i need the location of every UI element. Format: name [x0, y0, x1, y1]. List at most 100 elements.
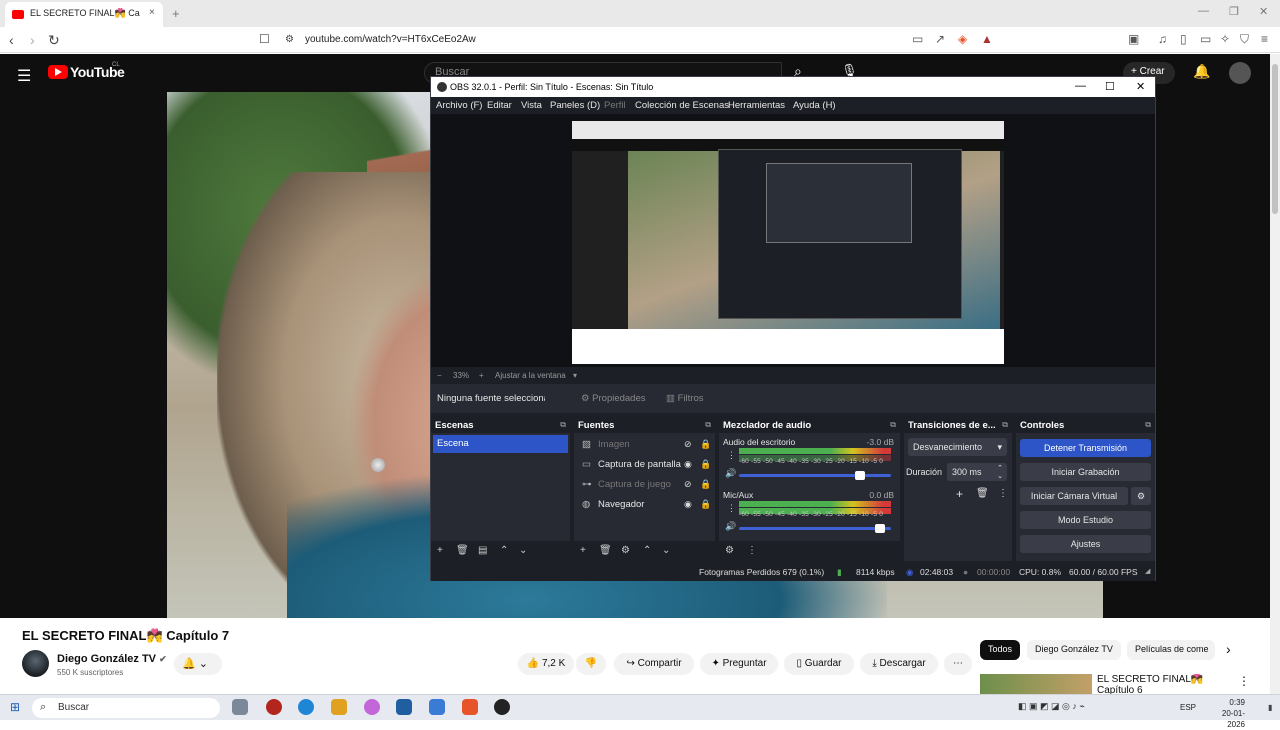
stop-stream-button[interactable]: Detener Transmisión: [1020, 439, 1151, 457]
reload-icon[interactable]: ↻: [48, 32, 60, 49]
volume-slider[interactable]: [739, 524, 891, 533]
forward-icon[interactable]: ›: [30, 32, 35, 48]
music-icon[interactable]: ♫: [1158, 32, 1167, 46]
transition-menu-icon[interactable]: ⋮: [998, 488, 1008, 499]
site-info-icon[interactable]: ⚙: [285, 34, 294, 45]
add-transition-icon[interactable]: +: [956, 487, 963, 501]
download-button[interactable]: ⤓ Descargar: [860, 653, 938, 675]
page-scrollbar[interactable]: [1270, 54, 1280, 694]
hidden-eye-icon[interactable]: ⊘: [684, 439, 692, 450]
dislike-button[interactable]: 👎: [576, 653, 606, 675]
settings-button[interactable]: Ajustes: [1020, 535, 1151, 553]
tray-icons[interactable]: ◧ ▣ ◩ ◪ ◎ ♪ ⌁: [1018, 701, 1085, 712]
app-icon[interactable]: [266, 699, 282, 715]
source-item[interactable]: ▭ Captura de pantalla ◉ 🔒: [582, 459, 711, 470]
menu-paneles[interactable]: Paneles (D): [550, 100, 600, 111]
subscription-bell-button[interactable]: 🔔 ⌄: [174, 653, 222, 675]
source-settings-icon[interactable]: ⚙: [621, 545, 630, 556]
recommended-thumbnail[interactable]: [980, 674, 1092, 694]
lock-icon[interactable]: 🔒: [700, 479, 711, 490]
youtube-logo-icon[interactable]: [48, 65, 68, 79]
store-icon[interactable]: [396, 699, 412, 715]
task-view-icon[interactable]: [232, 699, 248, 715]
brave-icon[interactable]: [462, 699, 478, 715]
channel-menu-icon[interactable]: ⋮: [727, 503, 736, 514]
lock-icon[interactable]: 🔒: [700, 499, 711, 510]
chip-movies[interactable]: Películas de come: [1127, 640, 1215, 660]
brave-shield-icon[interactable]: ◈: [958, 32, 967, 46]
remove-scene-icon[interactable]: 🗑: [456, 545, 469, 556]
taskbar-search[interactable]: Buscar: [32, 698, 220, 718]
properties-button[interactable]: ⚙ Propiedades: [581, 393, 646, 404]
menu-herramientas[interactable]: Herramientas: [728, 100, 785, 111]
remove-source-icon[interactable]: 🗑: [599, 545, 612, 556]
wallet-icon[interactable]: ▭: [1200, 32, 1211, 46]
remove-transition-icon[interactable]: 🗑: [976, 488, 989, 499]
ask-button[interactable]: ✦ Preguntar: [700, 653, 778, 675]
add-source-icon[interactable]: +: [580, 545, 586, 556]
taskbar-clock[interactable]: 0:39 20-01-2026: [1205, 697, 1245, 730]
hidden-eye-icon[interactable]: ⊘: [684, 479, 692, 490]
undock-icon[interactable]: ⧉: [1145, 420, 1151, 430]
scene-item[interactable]: Escena: [433, 435, 568, 453]
resize-grip-icon[interactable]: ◢: [1145, 567, 1150, 575]
mixer-menu-icon[interactable]: ⋮: [747, 545, 757, 556]
source-item[interactable]: ⊶ Captura de juego ⊘ 🔒: [582, 479, 711, 490]
vpn-icon[interactable]: ⛉: [1240, 32, 1249, 47]
hamburger-menu-icon[interactable]: ☰: [17, 66, 31, 86]
studio-mode-button[interactable]: Modo Estudio: [1020, 511, 1151, 529]
sidebar-icon[interactable]: ▣: [1128, 32, 1139, 46]
reader-icon[interactable]: ▯: [1180, 32, 1187, 46]
virtual-camera-settings-icon[interactable]: ⚙: [1131, 487, 1151, 505]
stepper-arrows-icon[interactable]: ⌃ ⌄: [997, 464, 1003, 480]
transition-select[interactable]: Desvanecimiento ▾: [908, 438, 1007, 456]
lock-icon[interactable]: 🔒: [700, 439, 711, 450]
notification-icon[interactable]: ▮: [1268, 703, 1272, 712]
fit-window-button[interactable]: Ajustar a la ventana: [495, 371, 566, 380]
back-icon[interactable]: ‹: [9, 32, 14, 48]
slider-knob[interactable]: [855, 471, 866, 480]
move-up-icon[interactable]: ⌃: [643, 545, 651, 556]
zoom-in-button[interactable]: +: [479, 371, 484, 380]
menu-perfil[interactable]: Perfil: [604, 100, 626, 111]
move-up-icon[interactable]: ⌃: [500, 545, 508, 556]
chip-channel[interactable]: Diego González TV: [1027, 640, 1121, 660]
obs-minimize-button[interactable]: —: [1075, 80, 1086, 92]
lock-icon[interactable]: 🔒: [700, 459, 711, 470]
mail-icon[interactable]: [429, 699, 445, 715]
menu-vista[interactable]: Vista: [521, 100, 542, 111]
copilot-icon[interactable]: [364, 699, 380, 715]
slider-knob[interactable]: [875, 524, 886, 533]
tab-close-icon[interactable]: ×: [149, 7, 155, 18]
channel-avatar[interactable]: [22, 650, 49, 677]
more-actions-button[interactable]: ⋯: [944, 653, 972, 675]
start-recording-button[interactable]: Iniciar Grabación: [1020, 463, 1151, 481]
chevron-right-icon[interactable]: ›: [1226, 641, 1231, 657]
obs-preview[interactable]: [431, 114, 1155, 367]
move-down-icon[interactable]: ⌄: [662, 545, 670, 556]
channel-menu-icon[interactable]: ⋮: [727, 450, 736, 461]
speaker-icon[interactable]: 🔊: [725, 468, 736, 479]
share-button[interactable]: ↪ Compartir: [614, 653, 694, 675]
add-scene-icon[interactable]: +: [437, 545, 443, 556]
account-avatar[interactable]: [1229, 62, 1251, 84]
channel-name[interactable]: Diego González TV ✔: [57, 653, 167, 665]
speaker-icon[interactable]: 🔊: [725, 521, 736, 532]
undock-icon[interactable]: ⧉: [1002, 420, 1008, 430]
filters-button[interactable]: ▥ Filtros: [666, 393, 704, 404]
url-field[interactable]: youtube.com/watch?v=HT6xCeEo2Aw: [305, 34, 476, 45]
undock-icon[interactable]: ⧉: [705, 420, 711, 430]
cast-icon[interactable]: ▭: [912, 32, 923, 46]
share-icon[interactable]: ↗: [935, 32, 945, 46]
virtual-camera-button[interactable]: Iniciar Cámara Virtual: [1020, 487, 1128, 505]
bookmark-icon[interactable]: ☐: [259, 32, 270, 46]
menu-coleccion[interactable]: Colección de Escenas: [635, 100, 729, 111]
chip-all[interactable]: Todos: [980, 640, 1021, 660]
menu-archivo[interactable]: Archivo (F): [436, 100, 482, 111]
brave-rewards-icon[interactable]: ▲: [981, 32, 993, 46]
obs-taskbar-icon[interactable]: [494, 699, 510, 715]
window-minimize-button[interactable]: —: [1198, 5, 1209, 17]
scene-filters-icon[interactable]: ▤: [478, 545, 487, 556]
volume-slider[interactable]: [739, 471, 891, 480]
undock-icon[interactable]: ⧉: [890, 420, 896, 430]
